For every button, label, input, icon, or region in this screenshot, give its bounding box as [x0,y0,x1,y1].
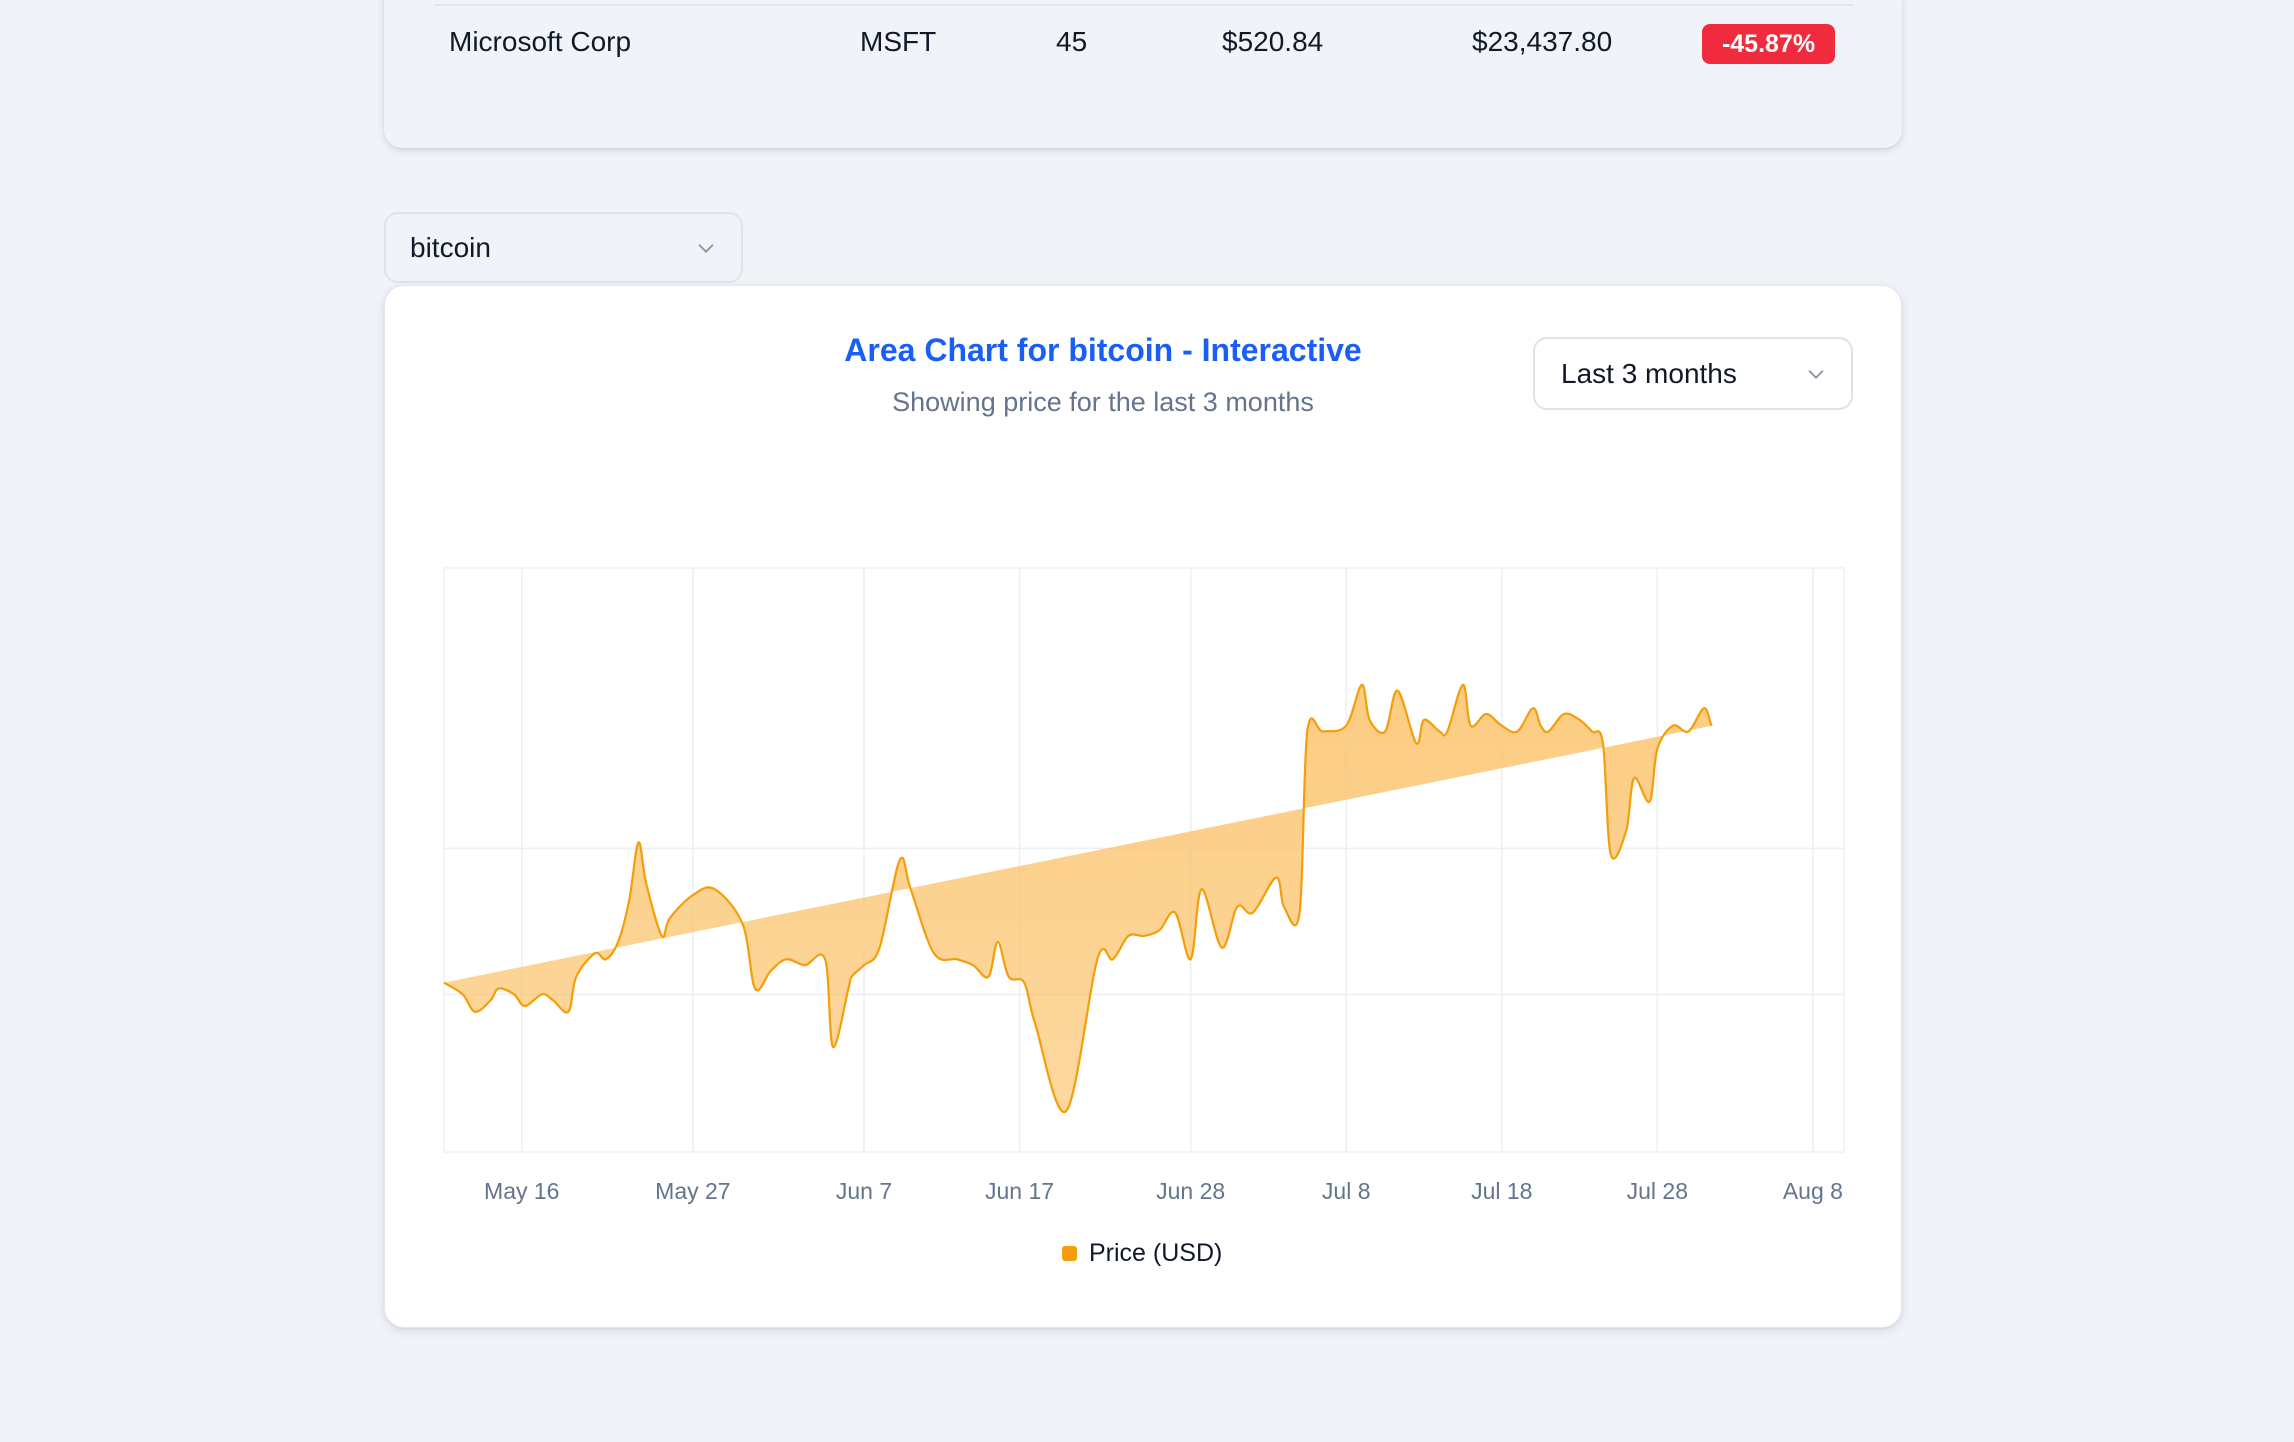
area-fill [444,684,1712,1113]
x-tick-label: Jun 7 [836,1178,892,1204]
legend-swatch [1062,1245,1077,1261]
x-tick-label: Aug 8 [1783,1178,1843,1204]
x-tick-label: Jun 28 [1156,1178,1225,1204]
legend-label: Price (USD) [1089,1238,1223,1267]
x-tick-label: May 27 [655,1178,730,1204]
x-tick-label: Jul 18 [1471,1178,1532,1204]
x-tick-label: Jul 28 [1627,1178,1688,1204]
x-tick-label: Jun 17 [985,1178,1054,1204]
chart-legend: Price (USD) [1062,1238,1222,1268]
x-tick-label: May 16 [484,1178,559,1204]
x-tick-label: Jul 8 [1322,1178,1371,1204]
area-chart[interactable]: May 16 May 27 Jun 7 Jun 17 Jun 28 Jul 8 Jul 18… [0,0,2294,1442]
